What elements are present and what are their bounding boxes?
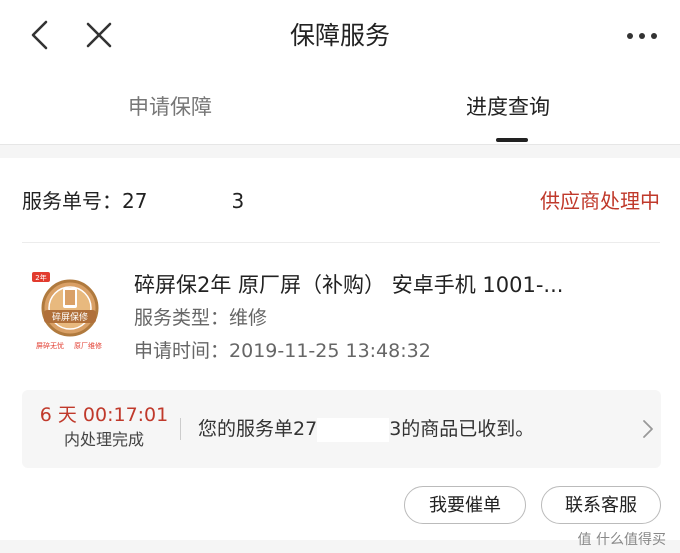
service-type: 服务类型：维修 <box>134 304 267 332</box>
order-number-prefix: 服务单号：27 <box>22 189 148 213</box>
progress-notice[interactable]: 6 天 00:17:01 内处理完成 您的服务单27 3的商品已收到。 <box>22 390 661 468</box>
service-type-value: 维修 <box>229 307 268 329</box>
countdown-subtitle: 内处理完成 <box>63 430 144 449</box>
status-badge: 供应商处理中 <box>540 189 660 213</box>
watermark: 值 什么值得买 <box>577 532 666 548</box>
product-caption-left: 屏碎无忧 <box>36 341 64 350</box>
urge-order-button[interactable]: 我要催单 <box>404 486 526 524</box>
product-image[interactable]: 2年 碎屏保修 屏碎无忧 原厂维修 <box>30 270 110 352</box>
notice-suffix: 3的商品已收到。 <box>389 418 535 440</box>
page-title: 保障服务 <box>289 21 390 50</box>
order-number-suffix: 3 <box>231 189 245 213</box>
active-tab-indicator <box>496 138 528 142</box>
service-order-number: 服务单号：27 3 <box>22 186 244 216</box>
vertical-divider <box>180 418 181 440</box>
countdown: 6 天 00:17:01 内处理完成 <box>34 402 174 452</box>
tab-bar: 申请保障 进度查询 <box>0 72 680 145</box>
product-caption-right: 原厂维修 <box>74 341 102 350</box>
countdown-time: 6 天 00:17:01 <box>39 404 169 426</box>
product-title[interactable]: 碎屏保2年 原厂屏（补购） 安卓手机 1001-... <box>134 270 634 300</box>
divider <box>22 242 660 243</box>
product-seal-text: 碎屏保修 <box>52 311 88 323</box>
redacted-mask <box>147 190 232 215</box>
product-badge: 2年 <box>35 273 46 282</box>
contact-service-button[interactable]: 联系客服 <box>541 486 661 524</box>
notice-prefix: 您的服务单27 <box>198 418 318 440</box>
redacted-mask <box>317 417 390 442</box>
tab-apply-protection[interactable]: 申请保障 <box>128 92 212 122</box>
tab-progress-query[interactable]: 进度查询 <box>466 92 550 122</box>
notice-message: 您的服务单27 3的商品已收到。 <box>198 414 534 444</box>
service-type-label: 服务类型： <box>134 307 230 329</box>
service-order-card: 服务单号：27 3 供应商处理中 2年 碎屏保修 屏碎无忧 原厂维修 碎屏保2年 … <box>0 158 680 540</box>
apply-time-value: 2019-11-25 13:48:32 <box>229 340 431 362</box>
apply-time-label: 申请时间： <box>134 340 230 362</box>
more-options-icon[interactable] <box>622 22 662 50</box>
apply-time: 申请时间：2019-11-25 13:48:32 <box>134 337 431 365</box>
chevron-right-icon <box>643 420 653 438</box>
top-bar: 保障服务 <box>0 0 680 72</box>
